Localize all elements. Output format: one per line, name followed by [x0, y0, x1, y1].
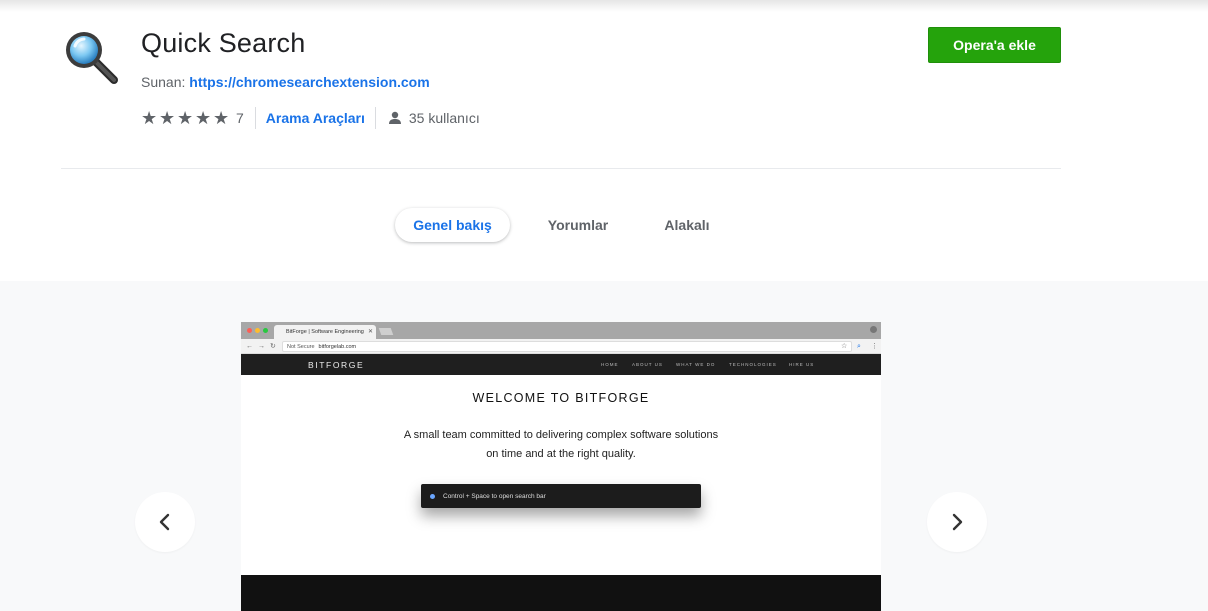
chevron-left-icon	[159, 513, 170, 531]
tab-overview[interactable]: Genel bakış	[395, 208, 510, 242]
add-to-opera-button[interactable]: Opera'a ekle	[928, 27, 1061, 63]
site-menu-item: HIRE US	[789, 362, 815, 367]
star-icon: ★	[213, 107, 230, 128]
maximize-dot-icon	[263, 328, 268, 333]
site-heading: WELCOME TO BITFORGE	[472, 391, 650, 405]
browser-address-bar: ← → ↻ Not Secure bitforgelab.com ☆ ⌕ ⋮	[241, 339, 881, 354]
rating-stars[interactable]: ★ ★ ★ ★ ★	[141, 107, 230, 128]
search-dot-icon	[430, 493, 435, 499]
tab-related[interactable]: Alakalı	[646, 208, 728, 242]
extension-title: Quick Search	[141, 28, 306, 58]
magnifier-icon	[66, 32, 118, 84]
back-icon: ←	[246, 343, 253, 350]
gallery-next-button[interactable]	[927, 492, 987, 552]
site-menu-item: HOME	[601, 362, 619, 367]
header-divider	[61, 168, 1061, 169]
site-menu-item: TECHNOLOGIES	[729, 362, 777, 367]
close-dot-icon	[247, 328, 252, 333]
site-menu-item: ABOUT US	[632, 362, 663, 367]
browser-tab: BitForge | Software Engineering ✕	[274, 325, 376, 339]
rating-count[interactable]: 7	[236, 110, 244, 126]
tab-reviews[interactable]: Yorumlar	[530, 208, 626, 242]
tagline-line: A small team committed to delivering com…	[403, 429, 719, 441]
offered-by: Sunan: https://chromesearchextension.com	[141, 74, 430, 90]
star-icon: ★	[177, 107, 194, 128]
star-icon: ★	[195, 107, 212, 128]
meta-row: ★ ★ ★ ★ ★ 7 Arama Araçları 35 kullanıcı	[141, 107, 480, 129]
users-count: 35 kullanıcı	[388, 110, 480, 126]
new-tab-icon	[378, 328, 394, 335]
divider	[254, 107, 256, 129]
category-link[interactable]: Arama Araçları	[266, 110, 365, 126]
site-menu-item: WHAT WE DO	[676, 362, 716, 367]
site-dark-section	[241, 575, 881, 611]
gallery-screenshot[interactable]: BitForge | Software Engineering ✕ ← → ↻ …	[241, 322, 881, 611]
site-tagline: A small team committed to delivering com…	[241, 426, 881, 464]
quick-search-bar: Control + Space to open search bar	[421, 484, 701, 508]
gallery-prev-button[interactable]	[135, 492, 195, 552]
url-text: bitforgelab.com	[318, 343, 357, 350]
site-brand: BITFORGE	[308, 360, 365, 370]
browser-tab-title: BitForge | Software Engineering	[286, 329, 364, 335]
divider	[374, 107, 376, 129]
top-shadow	[0, 0, 1208, 12]
profile-icon	[870, 326, 877, 333]
more-icon: ⋮	[871, 343, 878, 350]
tab-bar: Genel bakış Yorumlar Alakalı	[0, 208, 1208, 244]
tagline-line: on time and at the right quality.	[486, 448, 636, 460]
search-hint: Control + Space to open search bar	[443, 492, 546, 500]
url-field: Not Secure bitforgelab.com	[282, 341, 852, 352]
site-navbar: BITFORGE HOME ABOUT US WHAT WE DO TECHNO…	[241, 354, 881, 375]
search-extension-icon: ⌕	[857, 343, 861, 350]
extension-header: Quick Search Sunan: https://chromesearch…	[0, 0, 1208, 281]
offered-by-link[interactable]: https://chromesearchextension.com	[189, 74, 429, 90]
minimize-dot-icon	[255, 328, 260, 333]
browser-tab-strip: BitForge | Software Engineering ✕	[241, 322, 881, 339]
forward-icon: →	[258, 343, 265, 350]
users-label: 35 kullanıcı	[408, 110, 480, 126]
star-icon: ★	[159, 107, 176, 128]
close-icon: ✕	[367, 329, 373, 335]
reload-icon: ↻	[270, 343, 276, 350]
chevron-right-icon	[952, 513, 963, 531]
offered-by-label: Sunan:	[141, 74, 186, 90]
screenshot-gallery: BitForge | Software Engineering ✕ ← → ↻ …	[0, 281, 1208, 611]
bookmark-star-icon: ☆	[841, 343, 848, 350]
user-icon	[388, 111, 401, 124]
not-secure-label: Not Secure	[287, 343, 315, 350]
star-icon: ★	[141, 107, 158, 128]
